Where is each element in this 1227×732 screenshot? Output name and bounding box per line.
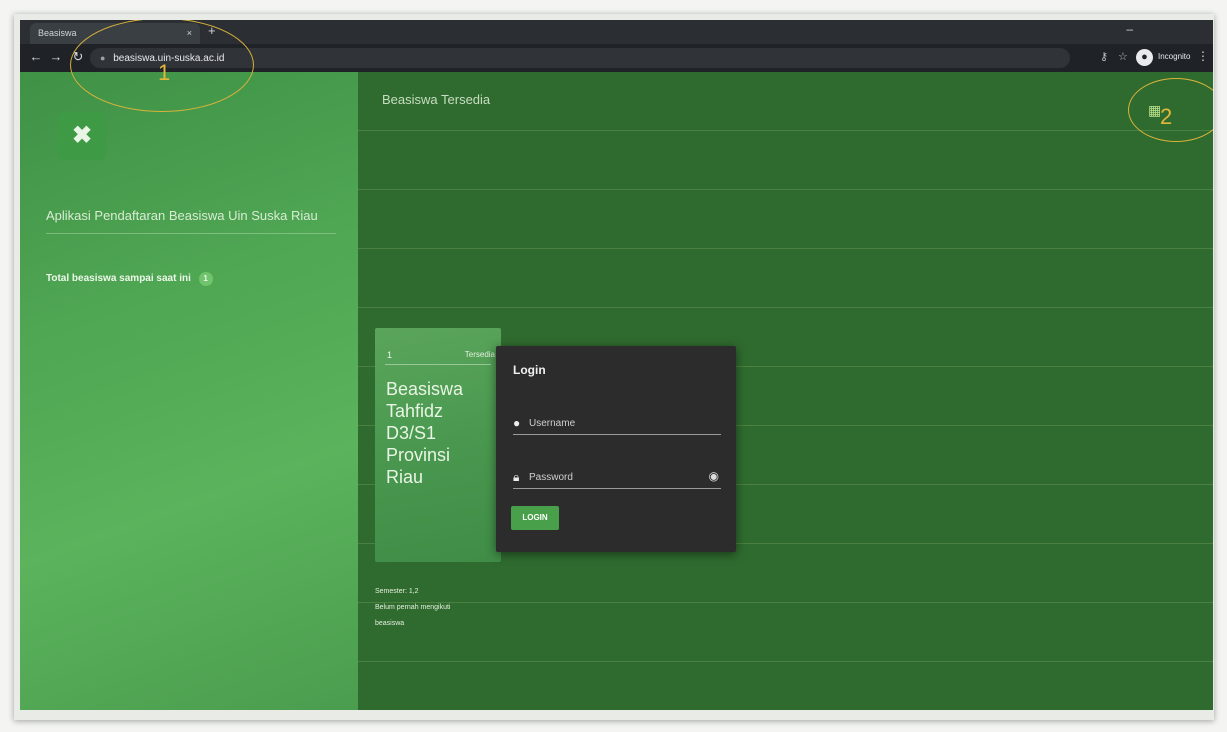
profile-label[interactable]: Incognito [1158, 52, 1190, 61]
total-label: Total beasiswa sampai saat ini [46, 273, 191, 284]
annotation-marker-2: 2 [1160, 104, 1173, 129]
card-meta-line: beasiswa [375, 620, 405, 627]
login-modal: Login ● Username 🔒︎ Password ◉ LOGIN [496, 346, 736, 552]
app-title: Aplikasi Pendaftaran Beasiswa Uin Suska … [46, 208, 336, 234]
more-menu-icon[interactable]: ⋮ [1197, 49, 1209, 63]
page-content: ✖ Aplikasi Pendaftaran Beasiswa Uin Susk… [20, 72, 1213, 710]
eye-slash-icon[interactable]: ◉ [709, 469, 719, 483]
card-title-line: D3/S1 [386, 423, 437, 443]
tab-title: Beasiswa [38, 28, 77, 38]
screen: Beasiswa × + – ← → ↻ ● beasiswa.uin-susk… [20, 20, 1213, 710]
annotation-marker-1: 1 [158, 60, 171, 85]
card-title-line: Provinsi [386, 445, 451, 465]
password-field[interactable]: 🔒︎ Password ◉ [513, 468, 721, 489]
username-placeholder: Username [529, 418, 576, 429]
card-meta: Semester: 1,2 Belum pernah mengikuti bea… [375, 584, 451, 632]
lock-icon: 🔒︎ [513, 470, 520, 484]
key-icon[interactable]: ⚷ [1100, 50, 1108, 63]
card-divider [385, 364, 491, 365]
x-logo-icon[interactable]: ✖ [58, 112, 106, 160]
password-placeholder: Password [529, 472, 573, 483]
incognito-avatar-icon[interactable]: ● [1136, 49, 1153, 66]
star-icon[interactable]: ☆ [1118, 50, 1128, 63]
card-number: 1 [387, 350, 393, 360]
total-scholarships: Total beasiswa sampai saat ini 1 [46, 272, 213, 286]
login-button[interactable]: LOGIN [511, 506, 559, 530]
user-circle-icon: ● [513, 416, 521, 430]
card-meta-line: Belum pernah mengikuti [375, 604, 451, 611]
username-field[interactable]: ● Username [513, 414, 721, 435]
card-status-badge: Tersedia [464, 350, 495, 359]
sidebar: ✖ Aplikasi Pendaftaran Beasiswa Uin Susk… [20, 72, 358, 710]
back-arrow-icon[interactable]: ← [28, 49, 44, 64]
total-count-badge: 1 [198, 272, 213, 286]
page-title: Beasiswa Tersedia [382, 92, 491, 107]
forward-arrow-icon[interactable]: → [48, 49, 64, 64]
scholarship-card[interactable]: 1 Tersedia Beasiswa Tahfidz D3/S1 Provin… [375, 328, 501, 562]
card-meta-line: Semester: 1,2 [375, 588, 419, 595]
card-title-line: Tahfidz [386, 401, 444, 421]
login-title: Login [513, 363, 546, 377]
card-title-line: Beasiswa [386, 379, 464, 399]
card-title: Beasiswa Tahfidz D3/S1 Provinsi Riau [386, 378, 496, 488]
window-controls-icon[interactable]: – [1126, 22, 1133, 36]
card-title-line: Riau [386, 467, 424, 487]
